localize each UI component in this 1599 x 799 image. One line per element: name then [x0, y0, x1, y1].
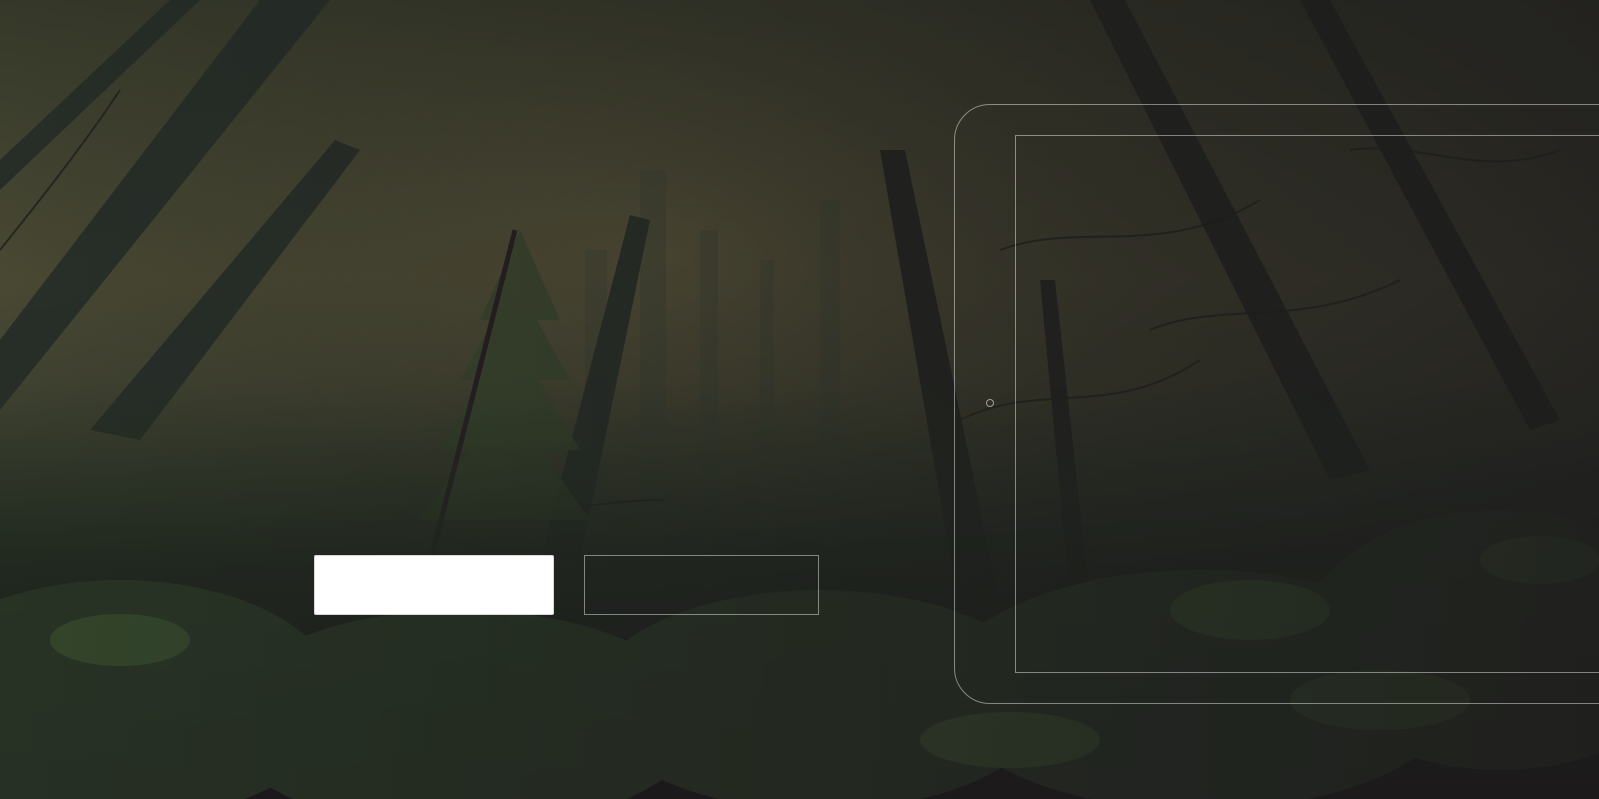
landing-page [0, 0, 1599, 799]
tablet-home-button[interactable] [986, 399, 994, 407]
tablet-screen [1015, 135, 1599, 673]
secondary-cta-button[interactable] [584, 555, 819, 615]
primary-cta-button[interactable] [314, 555, 554, 615]
